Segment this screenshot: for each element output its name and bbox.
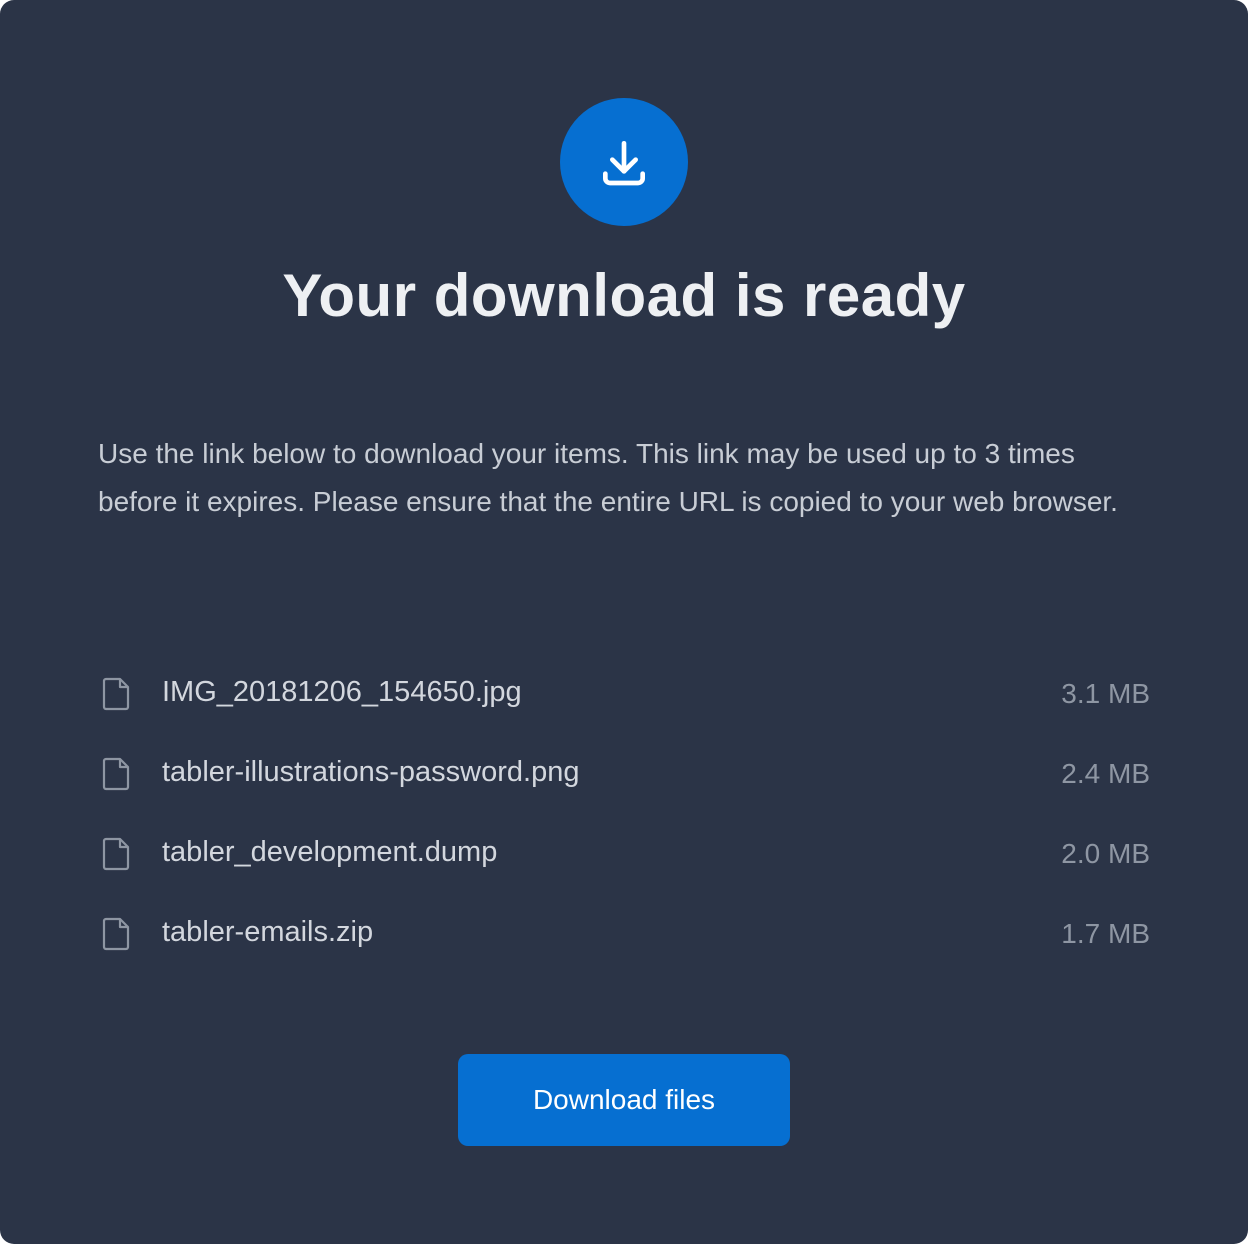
file-name: tabler-emails.zip: [162, 916, 374, 948]
file-list-item: IMG_20181206_154650.jpg 3.1 MB: [98, 652, 1150, 732]
file-icon: [102, 837, 130, 871]
download-icon-badge: [560, 98, 688, 226]
file-name: tabler_development.dump: [162, 836, 498, 868]
download-files-button[interactable]: Download files: [458, 1054, 790, 1146]
file-list-item: tabler-illustrations-password.png 2.4 MB: [98, 732, 1150, 812]
file-name: IMG_20181206_154650.jpg: [162, 676, 522, 708]
file-icon: [102, 677, 130, 711]
download-icon: [603, 141, 645, 186]
download-instructions: Use the link below to download your item…: [98, 438, 1118, 517]
file-size: 2.4 MB: [1061, 758, 1150, 789]
file-list-item: tabler-emails.zip 1.7 MB: [98, 892, 1150, 972]
download-card: Your download is ready Use the link belo…: [0, 0, 1248, 1244]
file-list-item: tabler_development.dump 2.0 MB: [98, 812, 1150, 892]
file-size: 2.0 MB: [1061, 838, 1150, 869]
file-icon: [102, 757, 130, 791]
file-icon: [102, 917, 130, 951]
page-title: Your download is ready: [282, 262, 966, 329]
file-name: tabler-illustrations-password.png: [162, 756, 580, 788]
file-size: 1.7 MB: [1061, 918, 1150, 949]
file-list: IMG_20181206_154650.jpg 3.1 MB tabler-il…: [98, 652, 1150, 972]
file-size: 3.1 MB: [1061, 678, 1150, 709]
